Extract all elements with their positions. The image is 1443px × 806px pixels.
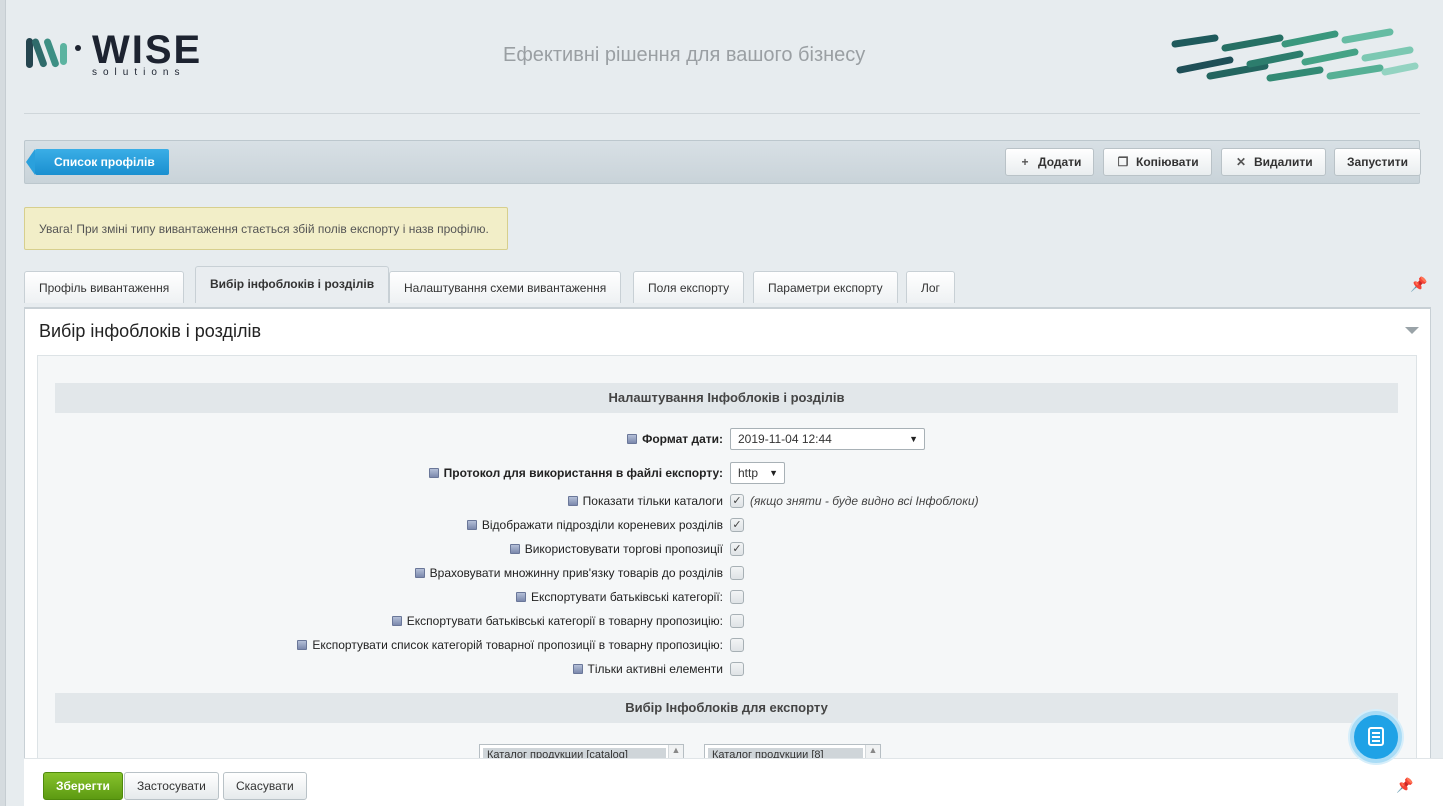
page-header: WISE solutions Ефективні рішення для ваш… bbox=[24, 0, 1420, 114]
help-icon[interactable] bbox=[297, 640, 308, 650]
checkbox-row: Враховувати множинну прив'язку товарів д… bbox=[38, 562, 1418, 586]
logo-subtitle: solutions bbox=[92, 67, 186, 78]
parent-categories-to-offer-checkbox[interactable] bbox=[730, 614, 744, 628]
tab-export-params[interactable]: Параметри експорту bbox=[753, 271, 898, 303]
date-format-select[interactable]: 2019-11-04 12:44 ▼ bbox=[730, 428, 925, 450]
checkbox-label-text: Відображати підрозділи кореневих розділі… bbox=[481, 518, 723, 532]
checkbox-label-text: Тільки активні елементи bbox=[587, 662, 724, 676]
checkbox-row: Експортувати батьківські категорії: bbox=[38, 586, 1418, 610]
tab-export-fields[interactable]: Поля експорту bbox=[633, 271, 745, 303]
left-rail bbox=[0, 0, 6, 806]
use-offers-checkbox[interactable]: ✓ bbox=[730, 542, 744, 556]
close-icon: ✕ bbox=[1235, 155, 1247, 169]
checkbox-label-text: Експортувати список категорій товарної п… bbox=[312, 638, 723, 652]
delete-button[interactable]: ✕ Видалити bbox=[1221, 148, 1326, 176]
document-icon bbox=[1368, 727, 1384, 746]
checkbox-label: Враховувати множинну прив'язку товарів д… bbox=[414, 566, 723, 580]
help-icon[interactable] bbox=[572, 664, 583, 674]
cancel-button[interactable]: Скасувати bbox=[223, 772, 307, 800]
logo-mark-icon bbox=[26, 38, 81, 68]
checkbox-row: Використовувати торгові пропозиції ✓ bbox=[38, 538, 1418, 562]
apply-button[interactable]: Застосувати bbox=[124, 772, 219, 800]
show-catalogs-only-checkbox[interactable]: ✓ bbox=[730, 494, 744, 508]
help-icon[interactable] bbox=[627, 434, 638, 444]
save-button[interactable]: Зберегти bbox=[43, 772, 123, 800]
help-icon[interactable] bbox=[516, 592, 527, 602]
checkbox-label-text: Експортувати батьківські категорії в тов… bbox=[406, 614, 723, 628]
add-button[interactable]: + Додати bbox=[1005, 148, 1095, 176]
copy-icon: ❐ bbox=[1117, 155, 1129, 169]
checkbox-label: Показати тільки каталоги bbox=[567, 494, 723, 508]
checkbox-row: Тільки активні елементи bbox=[38, 658, 1418, 682]
add-button-label: Додати bbox=[1038, 155, 1082, 169]
checkbox-row: Відображати підрозділи кореневих розділі… bbox=[38, 514, 1418, 538]
copy-button[interactable]: ❐ Копіювати bbox=[1103, 148, 1212, 176]
section-heading-settings: Налаштування Інфоблоків і розділів bbox=[55, 383, 1398, 413]
chevron-down-icon: ▼ bbox=[769, 468, 778, 478]
tab-log[interactable]: Лог bbox=[906, 271, 955, 303]
protocol-label-text: Протокол для використання в файлі експор… bbox=[443, 466, 723, 480]
help-icon[interactable] bbox=[509, 544, 520, 554]
date-format-row: Формат дати: 2019-11-04 12:44 ▼ bbox=[38, 428, 1418, 452]
bottom-action-bar: Зберегти Застосувати Скасувати 📌 bbox=[24, 758, 1443, 806]
tab-export-profile[interactable]: Профіль вивантаження bbox=[24, 271, 185, 303]
help-icon[interactable] bbox=[414, 568, 425, 578]
panel-title: Вибір інфоблоків і розділів bbox=[39, 321, 262, 341]
protocol-select[interactable]: http ▼ bbox=[730, 462, 785, 484]
copy-button-label: Копіювати bbox=[1136, 155, 1199, 169]
checkbox-label-text: Експортувати батьківські категорії: bbox=[531, 590, 723, 604]
settings-panel: Вибір інфоблоків і розділів Налаштування… bbox=[24, 307, 1431, 777]
export-parent-categories-checkbox[interactable] bbox=[730, 590, 744, 604]
help-icon[interactable] bbox=[466, 520, 477, 530]
chat-widget-button[interactable] bbox=[1350, 711, 1402, 763]
multiple-binding-checkbox[interactable] bbox=[730, 566, 744, 580]
active-only-checkbox[interactable] bbox=[730, 662, 744, 676]
checkbox-label-text: Показати тільки каталоги bbox=[582, 494, 723, 508]
checkbox-row: Експортувати батьківські категорії в тов… bbox=[38, 610, 1418, 634]
protocol-label: Протокол для використання в файлі експор… bbox=[428, 466, 723, 480]
toolbar: Список профілів + Додати ❐ Копіювати ✕ Вида… bbox=[24, 140, 1421, 184]
checkbox-row: Експортувати список категорій товарної п… bbox=[38, 634, 1418, 658]
run-button[interactable]: Запустити bbox=[1334, 148, 1421, 176]
wise-logo[interactable]: WISE solutions bbox=[24, 30, 224, 80]
checkbox-label-text: Враховувати множинну прив'язку товарів д… bbox=[429, 566, 723, 580]
checkbox-label: Експортувати батьківські категорії: bbox=[516, 590, 723, 604]
tab-schema-settings[interactable]: Налаштування схеми вивантаження bbox=[389, 271, 622, 303]
date-format-value: 2019-11-04 12:44 bbox=[738, 432, 832, 446]
delete-button-label: Видалити bbox=[1254, 155, 1313, 169]
checkbox-row: Показати тільки каталоги ✓ (якщо зняти -… bbox=[38, 490, 1418, 514]
checkbox-label: Використовувати торгові пропозиції bbox=[509, 542, 723, 556]
help-icon[interactable] bbox=[428, 468, 439, 478]
checkbox-label: Відображати підрозділи кореневих розділі… bbox=[466, 518, 723, 532]
checkbox-label-text: Використовувати торгові пропозиції bbox=[524, 542, 723, 556]
protocol-row: Протокол для використання в файлі експор… bbox=[38, 462, 1418, 486]
help-icon[interactable] bbox=[391, 616, 402, 626]
tagline: Ефективні рішення для вашого бізнесу bbox=[503, 44, 866, 66]
warning-message: Увага! При зміні типу вивантаження стаєт… bbox=[24, 207, 508, 250]
section-heading-iblock-export: Вибір Інфоблоків для експорту bbox=[55, 693, 1398, 723]
date-format-label: Формат дати: bbox=[627, 432, 723, 446]
panel-body: Налаштування Інфоблоків і розділів Форма… bbox=[37, 355, 1418, 776]
pin-icon[interactable]: 📌 bbox=[1410, 276, 1427, 293]
profiles-list-button[interactable]: Список профілів bbox=[26, 149, 169, 175]
chevron-down-icon: ▼ bbox=[909, 434, 918, 444]
checkbox-label: Тільки активні елементи bbox=[572, 662, 724, 676]
checkbox-label: Експортувати батьківські категорії в тов… bbox=[391, 614, 723, 628]
plus-icon: + bbox=[1021, 155, 1029, 169]
collapse-arrow-icon[interactable] bbox=[1405, 327, 1419, 334]
help-icon[interactable] bbox=[567, 496, 578, 506]
logo-word: WISE bbox=[92, 28, 203, 72]
tab-bar: Профіль вивантаження Вибір інфоблоків і … bbox=[24, 266, 1427, 308]
pin-icon[interactable]: 📌 bbox=[1396, 777, 1413, 794]
checkbox-label: Експортувати список категорій товарної п… bbox=[297, 638, 723, 652]
brand-pattern-icon bbox=[1171, 28, 1419, 82]
protocol-value: http bbox=[738, 466, 759, 480]
show-subsections-checkbox[interactable]: ✓ bbox=[730, 518, 744, 532]
date-format-label-text: Формат дати: bbox=[642, 432, 723, 446]
tab-iblock-selection[interactable]: Вибір інфоблоків і розділів bbox=[195, 266, 390, 303]
checkbox-note: (якщо зняти - буде видно всі Інфоблоки) bbox=[750, 494, 979, 508]
offer-category-list-checkbox[interactable] bbox=[730, 638, 744, 652]
